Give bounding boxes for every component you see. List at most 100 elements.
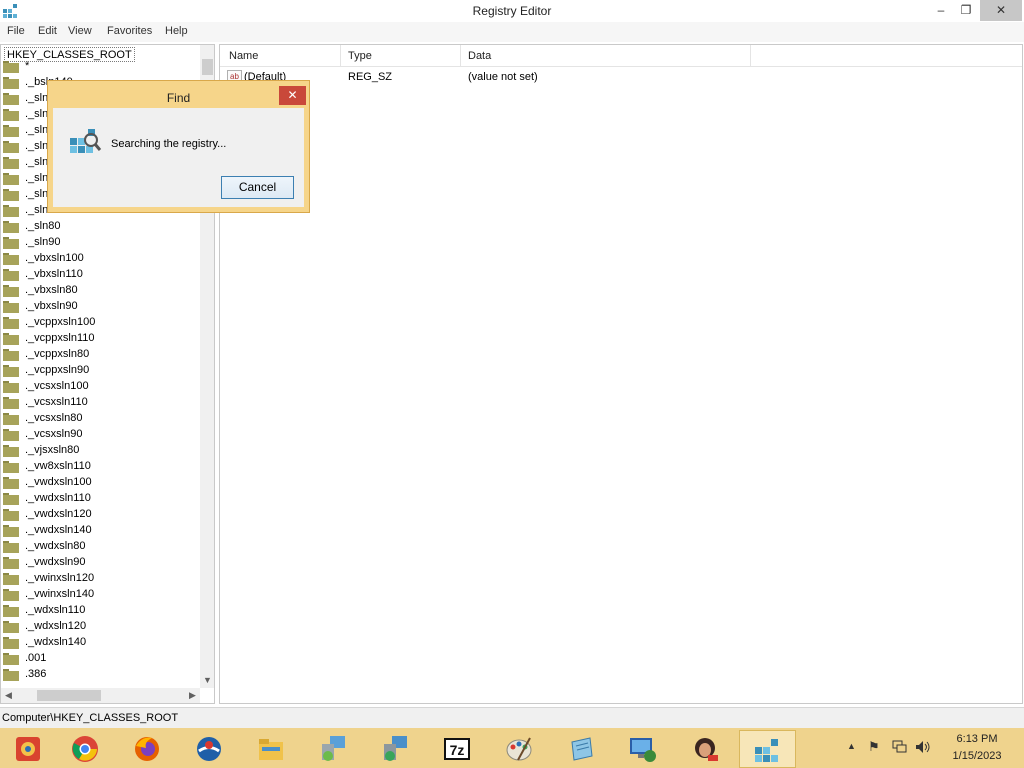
column-divider[interactable] [750, 45, 751, 67]
tree-item-label: ._vcsxsln80 [25, 412, 83, 424]
tree-item[interactable]: ._vcppxsln100 [1, 315, 201, 331]
network-icon[interactable] [892, 740, 908, 754]
column-header-type[interactable]: Type [348, 50, 372, 62]
menu-edit[interactable]: Edit [38, 25, 57, 37]
folder-icon [3, 125, 19, 137]
taskbar-media-button[interactable] [677, 730, 732, 766]
tree-item-label: ._vcppxsln100 [25, 316, 96, 328]
tree-item[interactable]: ._sln90 [1, 235, 201, 251]
tree-item[interactable]: ._vw8xsln110 [1, 459, 201, 475]
remote-desktop-icon [630, 738, 656, 762]
tree-item[interactable]: ._vcppxsln80 [1, 347, 201, 363]
find-dialog: Find ✕ Searching the registry... Cancel [48, 81, 309, 212]
registry-values-list[interactable]: Name Type Data ab (Default) REG_SZ (valu… [219, 44, 1023, 704]
menu-favorites[interactable]: Favorites [107, 25, 152, 37]
tree-item-label: ._vw8xsln110 [25, 460, 91, 472]
tree-horizontal-scrollbar[interactable]: ◀ ▶ [1, 688, 200, 703]
folder-icon [3, 365, 19, 377]
tree-item[interactable]: ._vcsxsln110 [1, 395, 201, 411]
7zip-icon: 7z [444, 738, 470, 760]
tree-item[interactable]: ._sln80 [1, 219, 201, 235]
tree-item[interactable]: ._vbxsln100 [1, 251, 201, 267]
search-status-text: Searching the registry... [111, 138, 227, 150]
restore-button[interactable]: ❐ [953, 0, 979, 21]
taskbar-paint-button[interactable] [491, 730, 546, 766]
column-header-name[interactable]: Name [229, 50, 258, 62]
tree-item[interactable]: ._vbxsln110 [1, 267, 201, 283]
tree-item[interactable]: ._vcsxsln80 [1, 411, 201, 427]
column-divider[interactable] [460, 45, 461, 67]
tree-item[interactable]: ._vbxsln80 [1, 283, 201, 299]
menu-view[interactable]: View [68, 25, 92, 37]
action-center-flag-icon[interactable]: ⚑ [868, 739, 880, 755]
folder-icon [3, 621, 19, 633]
clock-time[interactable]: 6:13 PM [948, 733, 1006, 745]
taskbar-network-setup-button[interactable] [367, 730, 422, 766]
tree-vertical-scroll-thumb[interactable] [202, 59, 213, 75]
close-button[interactable]: ✕ [980, 0, 1022, 21]
tree-item-label: ._vwdxsln140 [25, 524, 92, 536]
tree-item[interactable]: ._vwdxsln140 [1, 523, 201, 539]
clock-date[interactable]: 1/15/2023 [944, 750, 1010, 762]
find-dialog-titlebar[interactable]: Find [53, 86, 304, 108]
taskbar-firefox-button[interactable] [119, 730, 174, 766]
folder-icon [3, 189, 19, 201]
tree-item[interactable]: ._vwdxsln100 [1, 475, 201, 491]
tree-horizontal-scroll-thumb[interactable] [37, 690, 101, 701]
tree-item[interactable]: ._wdxsln120 [1, 619, 201, 635]
taskbar-control-panel-button[interactable] [0, 730, 55, 766]
folder-icon [3, 653, 19, 665]
taskbar-registry-editor-button[interactable] [739, 730, 796, 768]
tree-item[interactable]: ._vcppxsln90 [1, 363, 201, 379]
taskbar-setup-button[interactable] [305, 730, 360, 766]
show-hidden-icons-icon[interactable]: ▲ [847, 741, 856, 751]
taskbar-chrome-button[interactable] [57, 730, 112, 766]
tree-item[interactable]: ._vwinxsln140 [1, 587, 201, 603]
folder-icon [3, 173, 19, 185]
taskbar-remote-desktop-button[interactable] [615, 730, 670, 766]
tree-item-label: ._vjsxsln80 [25, 444, 80, 456]
menu-file[interactable]: File [7, 25, 25, 37]
folder-icon [3, 285, 19, 297]
tree-item-label: ._vwdxsln110 [25, 492, 91, 504]
column-divider[interactable] [340, 45, 341, 67]
tree-item[interactable]: .001 [1, 651, 201, 667]
cancel-button[interactable]: Cancel [221, 176, 294, 199]
tree-item[interactable]: ._vwdxsln120 [1, 507, 201, 523]
taskbar-7zip-button[interactable]: 7z [429, 730, 484, 766]
tree-item[interactable]: ._vbxsln90 [1, 299, 201, 315]
tree-item[interactable]: ._vwdxsln80 [1, 539, 201, 555]
taskbar-opera-button[interactable] [181, 730, 236, 766]
tree-item[interactable]: ._vcsxsln90 [1, 427, 201, 443]
registry-search-icon [70, 129, 102, 153]
tree-item-label: ._sln90 [25, 236, 61, 248]
folder-icon [3, 269, 19, 281]
tree-item[interactable]: ._vwdxsln90 [1, 555, 201, 571]
tree-item[interactable]: .386 [1, 667, 201, 683]
volume-icon[interactable] [915, 740, 931, 754]
tree-item-label: ._vcsxsln90 [25, 428, 83, 440]
tree-item[interactable]: ._vcsxsln100 [1, 379, 201, 395]
column-header-data[interactable]: Data [468, 50, 491, 62]
folder-icon [3, 157, 19, 169]
scroll-down-arrow-icon[interactable]: ▼ [200, 673, 214, 688]
scroll-left-arrow-icon[interactable]: ◀ [1, 688, 16, 703]
window-titlebar[interactable]: Registry Editor – ❐ ✕ [0, 0, 1024, 22]
tree-item[interactable]: ._vwinxsln120 [1, 571, 201, 587]
taskbar-notepad-button[interactable] [553, 730, 608, 766]
scroll-right-arrow-icon[interactable]: ▶ [185, 688, 200, 703]
tree-item[interactable]: ._vjsxsln80 [1, 443, 201, 459]
tree-item-label: ._sln [25, 140, 49, 152]
find-dialog-close-button[interactable]: ✕ [279, 86, 306, 105]
menu-help[interactable]: Help [165, 25, 188, 37]
taskbar-file-explorer-button[interactable] [243, 730, 298, 766]
tree-item[interactable]: ._wdxsln110 [1, 603, 201, 619]
folder-icon [3, 77, 19, 89]
folder-icon [3, 237, 19, 249]
minimize-button[interactable]: – [928, 0, 954, 21]
tree-item[interactable]: * [1, 59, 201, 75]
tree-item[interactable]: ._vwdxsln110 [1, 491, 201, 507]
tree-item[interactable]: ._vcppxsln110 [1, 331, 201, 347]
tree-item[interactable]: ._wdxsln140 [1, 635, 201, 651]
window-title: Registry Editor [472, 4, 552, 18]
